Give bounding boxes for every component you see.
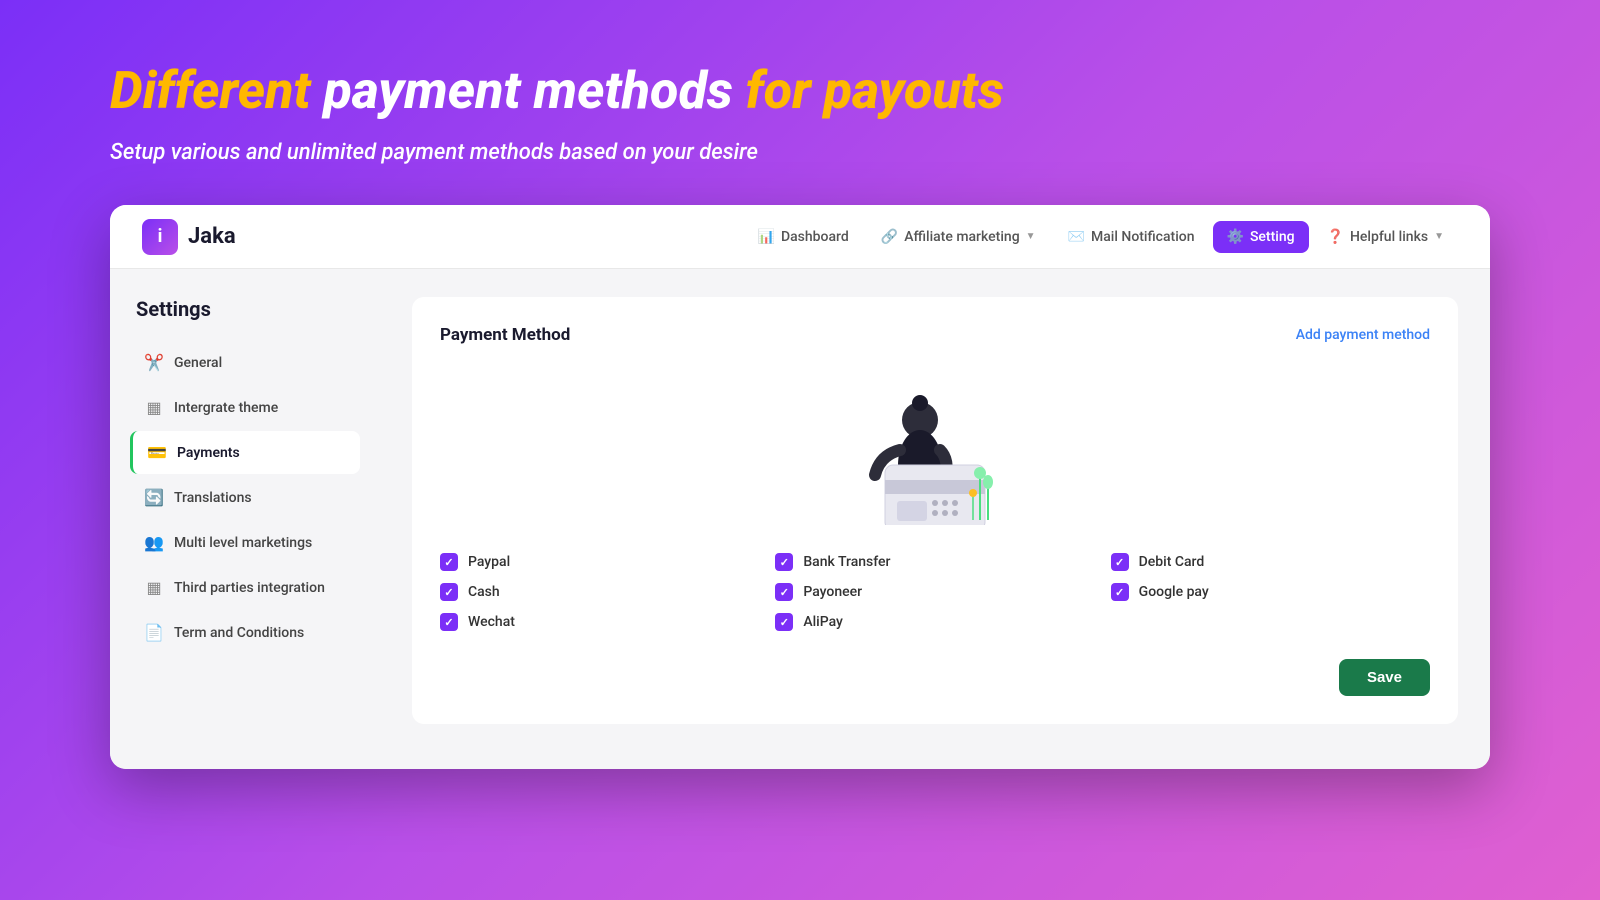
thirdparties-icon: ▦ (144, 578, 164, 597)
app-window: i Jaka 📊 Dashboard 🔗 Affiliate marketing… (110, 205, 1490, 769)
payment-methods-grid: ✓ Paypal ✓ Bank Transfer ✓ (440, 553, 1430, 631)
cash-checkbox[interactable]: ✓ (440, 583, 458, 601)
payment-method-cash: ✓ Cash (440, 583, 759, 601)
sidebar-item-thirdparties[interactable]: ▦ Third parties integration (130, 566, 360, 609)
mail-icon: ✉️ (1068, 229, 1085, 245)
integrate-icon: ▦ (144, 398, 164, 417)
helpful-dropdown-arrow: ▼ (1434, 231, 1444, 242)
hero-subtitle: Setup various and unlimited payment meth… (110, 140, 1490, 165)
sidebar-item-integrate[interactable]: ▦ Intergrate theme (130, 386, 360, 429)
nav-menu: 📊 Dashboard 🔗 Affiliate marketing ▼ ✉️ M… (744, 221, 1458, 253)
nav-helpful[interactable]: ❓ Helpful links ▼ (1313, 221, 1458, 253)
dashboard-icon: 📊 (758, 229, 775, 245)
add-payment-link[interactable]: Add payment method (1296, 327, 1430, 343)
affiliate-dropdown-arrow: ▼ (1026, 231, 1036, 242)
hero-section: Different payment methods for payouts Se… (0, 0, 1600, 205)
payment-method-paypal: ✓ Paypal (440, 553, 759, 571)
payments-icon: 💳 (147, 443, 167, 462)
payment-header: Payment Method Add payment method (440, 325, 1430, 345)
translations-icon: 🔄 (144, 488, 164, 507)
payment-method-debit-card: ✓ Debit Card (1111, 553, 1430, 571)
payment-method-google-pay: ✓ Google pay (1111, 583, 1430, 601)
affiliate-icon: 🔗 (881, 229, 898, 245)
payment-card: Payment Method Add payment method (412, 297, 1458, 724)
payment-title: Payment Method (440, 325, 570, 345)
sidebar-menu: ✂️ General ▦ Intergrate theme 💳 Payments… (130, 341, 360, 654)
bank-transfer-checkbox[interactable]: ✓ (775, 553, 793, 571)
hero-title: Different payment methods for payouts (110, 60, 1490, 122)
sidebar-item-multilevel[interactable]: 👥 Multi level marketings (130, 521, 360, 564)
payment-illustration (825, 365, 1045, 525)
wechat-checkbox[interactable]: ✓ (440, 613, 458, 631)
alipay-checkbox[interactable]: ✓ (775, 613, 793, 631)
terms-icon: 📄 (144, 623, 164, 642)
save-btn-row: Save (440, 659, 1430, 696)
nav-dashboard[interactable]: 📊 Dashboard (744, 221, 863, 253)
app-content: Settings ✂️ General ▦ Intergrate theme 💳… (110, 269, 1490, 769)
payment-method-wechat: ✓ Wechat (440, 613, 759, 631)
logo-area: i Jaka (142, 219, 236, 255)
sidebar-item-payments[interactable]: 💳 Payments (130, 431, 360, 474)
illustration-area (440, 365, 1430, 525)
payment-method-bank-transfer: ✓ Bank Transfer (775, 553, 1094, 571)
multilevel-icon: 👥 (144, 533, 164, 552)
logo-text: Jaka (188, 224, 236, 249)
hero-title-part2: payment methods (324, 60, 746, 121)
nav-setting[interactable]: ⚙️ Setting (1213, 221, 1309, 253)
save-button[interactable]: Save (1339, 659, 1430, 696)
main-content: Payment Method Add payment method (380, 269, 1490, 769)
debit-card-checkbox[interactable]: ✓ (1111, 553, 1129, 571)
nav-mail[interactable]: ✉️ Mail Notification (1054, 221, 1209, 253)
logo-icon: i (142, 219, 178, 255)
google-pay-checkbox[interactable]: ✓ (1111, 583, 1129, 601)
hero-title-part1: Different (110, 60, 311, 121)
payoneer-checkbox[interactable]: ✓ (775, 583, 793, 601)
app-header: i Jaka 📊 Dashboard 🔗 Affiliate marketing… (110, 205, 1490, 269)
settings-title: Settings (130, 297, 360, 321)
nav-affiliate[interactable]: 🔗 Affiliate marketing ▼ (867, 221, 1050, 253)
payment-method-alipay: ✓ AliPay (775, 613, 1094, 631)
sidebar: Settings ✂️ General ▦ Intergrate theme 💳… (110, 269, 380, 769)
setting-icon: ⚙️ (1227, 229, 1244, 245)
sidebar-item-general[interactable]: ✂️ General (130, 341, 360, 384)
paypal-checkbox[interactable]: ✓ (440, 553, 458, 571)
general-icon: ✂️ (144, 353, 164, 372)
hero-title-part3: for payouts (746, 60, 1004, 121)
sidebar-item-translations[interactable]: 🔄 Translations (130, 476, 360, 519)
sidebar-item-terms[interactable]: 📄 Term and Conditions (130, 611, 360, 654)
helpful-icon: ❓ (1327, 229, 1344, 245)
payment-method-payoneer: ✓ Payoneer (775, 583, 1094, 601)
